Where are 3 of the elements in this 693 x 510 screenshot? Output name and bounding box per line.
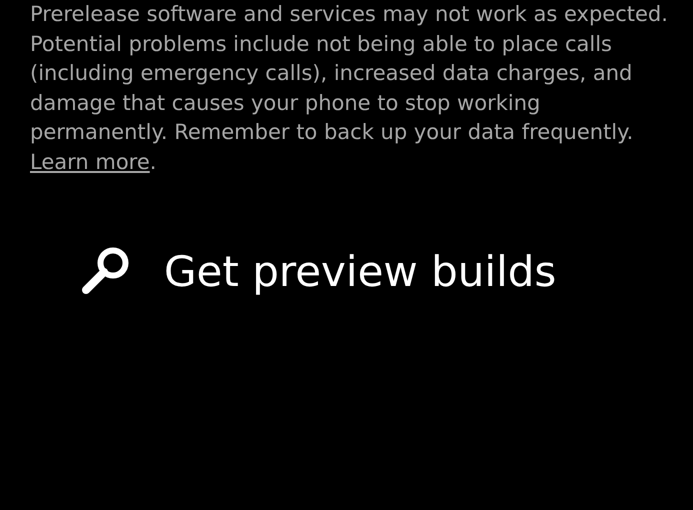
- learn-more-link[interactable]: Learn more: [30, 150, 150, 174]
- warning-text: Prerelease software and services may not work as expected. Potential problems include not being able to place calls (including emergency calls), increased data charges, and damage that causes your phone to stop working permanently. Remember to back up your data frequently. Learn more.: [30, 1, 669, 176]
- get-preview-builds-button[interactable]: Get preview builds: [80, 245, 556, 297]
